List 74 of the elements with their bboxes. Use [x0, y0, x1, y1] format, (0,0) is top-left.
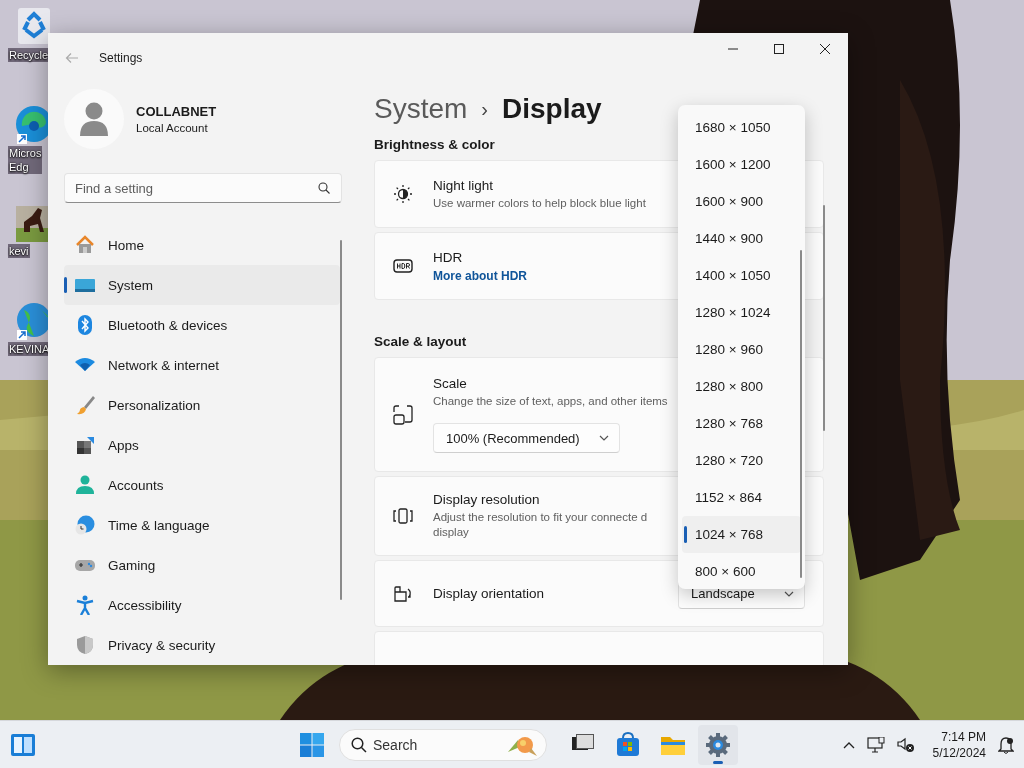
sidebar-item[interactable]: Home — [64, 225, 340, 265]
brightness-icon — [393, 184, 413, 204]
monitor-icon[interactable] — [866, 736, 885, 753]
sidebar-item[interactable]: Gaming — [64, 545, 340, 585]
setting-description: Adjust the resolution to fit your connecte d display — [433, 510, 649, 540]
menu-option[interactable]: 1600 × 900 — [682, 183, 801, 220]
menu-option[interactable]: 1024 × 768 — [682, 516, 801, 553]
setting-title: Night light — [433, 177, 494, 193]
scrollbar[interactable] — [800, 250, 802, 578]
icon-label: Edg — [8, 160, 43, 174]
sidebar-item[interactable]: Time & language — [64, 505, 340, 545]
gear-icon — [705, 731, 731, 758]
close-icon[interactable] — [820, 44, 830, 54]
rotation-icon — [393, 583, 413, 604]
section-heading: Scale & layout — [374, 334, 468, 349]
globe-clock-icon — [75, 515, 95, 535]
chevron-down-icon — [784, 590, 794, 597]
sidebar-item[interactable]: Accounts — [64, 465, 340, 505]
clock-time[interactable]: 7:14 PM — [941, 728, 986, 745]
resolution-icon — [393, 506, 413, 526]
search-icon — [351, 736, 367, 753]
person-silhouette-icon — [79, 102, 109, 136]
shopping-bag-icon — [615, 731, 641, 758]
settings-search-field[interactable]: Find a setting — [64, 173, 342, 203]
maximize-icon[interactable] — [774, 44, 784, 54]
hdr-icon — [393, 256, 413, 276]
person-icon — [75, 475, 95, 495]
chevron-up-icon[interactable] — [842, 740, 855, 749]
breadcrumb-link[interactable]: System — [374, 91, 468, 127]
sidebar-item[interactable]: Network & internet — [64, 345, 340, 385]
apps-icon — [75, 435, 95, 455]
shield-icon — [75, 635, 95, 655]
search-icon — [318, 182, 330, 194]
setting-title: Display orientation — [433, 586, 545, 601]
section-heading: Brightness & color — [374, 137, 496, 152]
account-name: COLLABNET — [136, 104, 217, 119]
scale-icon — [393, 404, 413, 425]
setting-title: HDR — [433, 249, 463, 265]
menu-option[interactable]: 1280 × 800 — [682, 368, 801, 405]
scrollbar[interactable] — [823, 205, 825, 431]
paintbrush-icon — [75, 395, 95, 415]
setting-description: Change the size of text, apps, and other items — [433, 394, 668, 409]
bell-icon[interactable] — [998, 735, 1014, 754]
page-title: Display — [502, 92, 602, 126]
start-icon[interactable] — [300, 732, 324, 757]
recycle-bin-icon[interactable] — [16, 6, 52, 46]
menu-option[interactable]: 1152 × 864 — [682, 479, 801, 516]
account-type: Local Account — [136, 122, 209, 134]
home-icon — [75, 235, 95, 255]
dropdown[interactable]: 100% (Recommended) — [433, 423, 620, 453]
icon-label: kevi — [8, 244, 30, 258]
help-link[interactable]: More about HDR — [433, 268, 527, 283]
menu-option[interactable]: 1280 × 768 — [682, 405, 801, 442]
menu-option[interactable]: 1680 × 1050 — [682, 109, 801, 146]
setting-description: Use warmer colors to help block blue light — [433, 195, 646, 211]
menu-option[interactable]: 1400 × 1050 — [682, 257, 801, 294]
chevron-down-icon — [599, 435, 609, 441]
setting-title: Display resolution — [433, 492, 540, 507]
bluetooth-icon — [75, 315, 95, 335]
sidebar-item[interactable]: Bluetooth & devices — [64, 305, 340, 345]
taskbar-search-field[interactable]: Search — [339, 728, 547, 761]
sidebar-item[interactable]: Personalization — [64, 385, 340, 425]
widgets-icon[interactable] — [10, 732, 36, 757]
accessibility-icon — [75, 595, 95, 615]
window-title: Settings — [99, 51, 144, 65]
sidebar-item[interactable]: Accessibility — [64, 585, 340, 625]
breadcrumb-separator: › — [481, 97, 489, 122]
setting-title: Scale — [433, 376, 467, 391]
sidebar-item[interactable]: Privacy & security — [64, 625, 340, 665]
speaker-muted-icon[interactable] — [896, 736, 915, 753]
sidebar-item[interactable]: Apps — [64, 425, 340, 465]
scrollbar[interactable] — [340, 240, 342, 600]
sidebar-item[interactable]: System — [64, 265, 340, 305]
clock-date[interactable]: 5/12/2024 — [932, 744, 986, 761]
